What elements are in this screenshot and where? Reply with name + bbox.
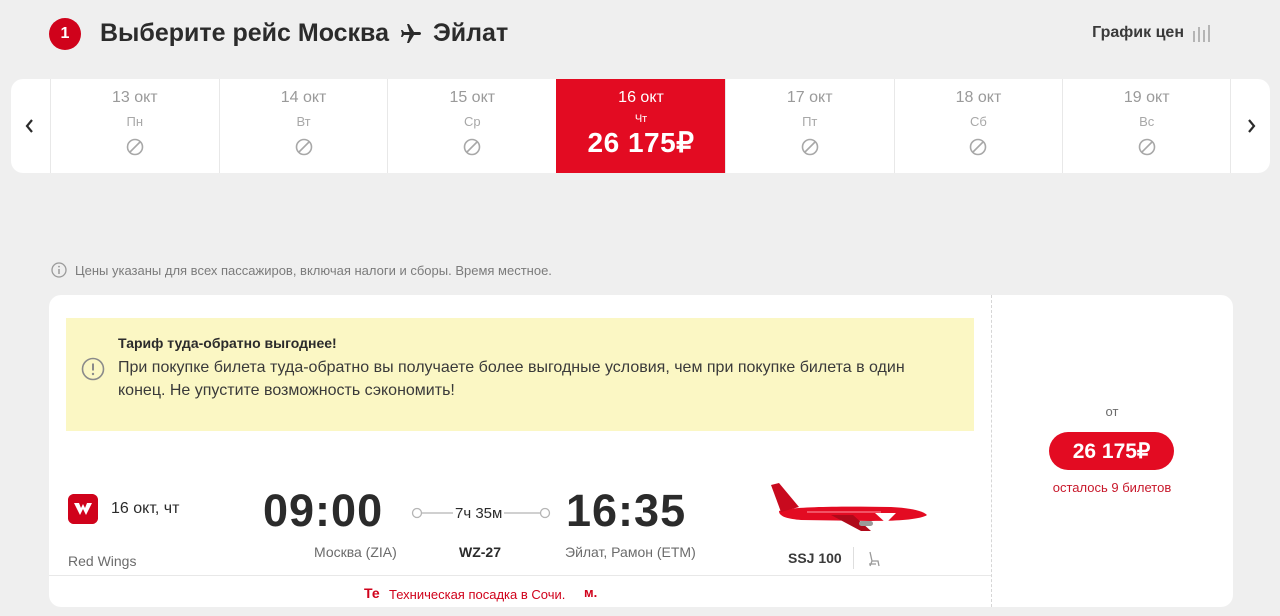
date-cell-15[interactable]: 15 окт Ср bbox=[387, 79, 556, 173]
unavailable-icon bbox=[1138, 138, 1156, 156]
weekday-label: Вс bbox=[1139, 114, 1155, 129]
chevron-right-icon bbox=[1247, 119, 1255, 133]
step-badge: 1 bbox=[49, 18, 81, 50]
next-dates-button[interactable] bbox=[1231, 79, 1270, 173]
unavailable-icon bbox=[801, 138, 819, 156]
promo-text: При покупке билета туда-обратно вы получ… bbox=[118, 359, 905, 399]
date-cell-14[interactable]: 14 окт Вт bbox=[218, 79, 388, 173]
info-icon bbox=[51, 262, 67, 278]
departure-airport: Москва (ZIA) bbox=[314, 544, 397, 560]
unavailable-icon bbox=[463, 138, 481, 156]
title-destination: Эйлат bbox=[433, 19, 509, 47]
date-cell-19[interactable]: 19 окт Вс bbox=[1062, 79, 1232, 173]
promo-title: Тариф туда-обратно выгоднее! bbox=[118, 335, 337, 351]
unavailable-icon bbox=[970, 138, 987, 156]
chevron-left-icon bbox=[26, 119, 34, 133]
arrival-airport: Эйлат, Рамон (ETM) bbox=[565, 544, 696, 560]
prices-info: Цены указаны для всех пассажиров, включа… bbox=[51, 262, 552, 278]
weekday-label: Сб bbox=[970, 114, 987, 129]
aircraft-separator bbox=[853, 547, 854, 569]
weekday-label: Ср bbox=[463, 114, 481, 129]
date-label: 15 окт bbox=[449, 89, 496, 106]
notice-text: Техническая посадка в Сочи. bbox=[389, 587, 566, 602]
arrival-time: 16:35 bbox=[566, 485, 687, 536]
flight-card[interactable]: Тариф туда-обратно выгоднее! При покупке… bbox=[49, 295, 1233, 607]
flight-date: 16 окт, чт bbox=[111, 500, 180, 517]
date-label: 17 окт bbox=[786, 89, 833, 106]
airplane-icon bbox=[401, 23, 422, 43]
departure-time: 09:00 bbox=[263, 485, 384, 536]
date-cell-13[interactable]: 13 окт Пн bbox=[49, 79, 219, 173]
prices-info-text: Цены указаны для всех пассажиров, включа… bbox=[75, 262, 552, 278]
date-label: 13 окт bbox=[111, 89, 158, 106]
aircraft-type: SSJ 100 bbox=[788, 550, 842, 566]
date-label: 14 окт bbox=[280, 89, 327, 106]
weekday-label: Вт bbox=[296, 114, 311, 129]
price-chart-label: График цен bbox=[1092, 24, 1184, 41]
date-cell-16-selected[interactable]: 16 окт Чт 26 175₽ bbox=[556, 79, 725, 173]
date-label: 18 окт bbox=[955, 89, 1002, 106]
unavailable-icon bbox=[126, 138, 144, 156]
unavailable-icon bbox=[295, 138, 312, 156]
technical-stop-notice: Те Техническая посадка в Сочи. м. bbox=[49, 575, 991, 607]
round-trip-promo: Тариф туда-обратно выгоднее! При покупке… bbox=[66, 318, 974, 431]
flight-duration: 7ч 35м bbox=[453, 505, 505, 522]
bar-chart-icon bbox=[1193, 25, 1210, 42]
weekday-label: Чт bbox=[634, 113, 648, 125]
page-header: 1 Выберите рейс Москва Эйлат График цен bbox=[0, 0, 1280, 70]
weekday-label: Пн bbox=[126, 114, 144, 129]
page-title: Выберите рейс Москва Эйлат bbox=[100, 19, 508, 48]
date-label: 16 окт bbox=[618, 89, 664, 106]
date-price: 26 175₽ bbox=[587, 127, 695, 158]
select-price-button[interactable]: 26 175₽ bbox=[1049, 432, 1174, 470]
card-divider bbox=[991, 295, 992, 607]
warning-icon bbox=[81, 357, 105, 381]
seats-left: осталось 9 билетов bbox=[1052, 480, 1172, 495]
title-origin: Выберите рейс Москва bbox=[100, 19, 390, 47]
price-from-label: от bbox=[1105, 404, 1119, 419]
flight-number: WZ-27 bbox=[459, 544, 501, 560]
date-cell-17[interactable]: 17 окт Пт bbox=[724, 79, 894, 173]
airline-name: Red Wings bbox=[68, 553, 137, 569]
notice-prefix: Те bbox=[364, 585, 380, 601]
aircraft-image bbox=[771, 483, 927, 531]
date-label: 19 окт bbox=[1123, 89, 1170, 106]
red-wings-logo bbox=[68, 494, 98, 524]
date-cell-18[interactable]: 18 окт Сб bbox=[893, 79, 1063, 173]
notice-suffix: м. bbox=[584, 585, 598, 600]
price-chart-button[interactable]: График цен bbox=[1092, 24, 1214, 42]
weekday-label: Пт bbox=[802, 114, 818, 129]
seat-icon bbox=[869, 551, 880, 567]
prev-dates-button[interactable] bbox=[11, 79, 50, 173]
date-selector: 13 окт Пн 14 окт Вт 15 окт Ср 16 окт Чт … bbox=[11, 79, 1270, 173]
